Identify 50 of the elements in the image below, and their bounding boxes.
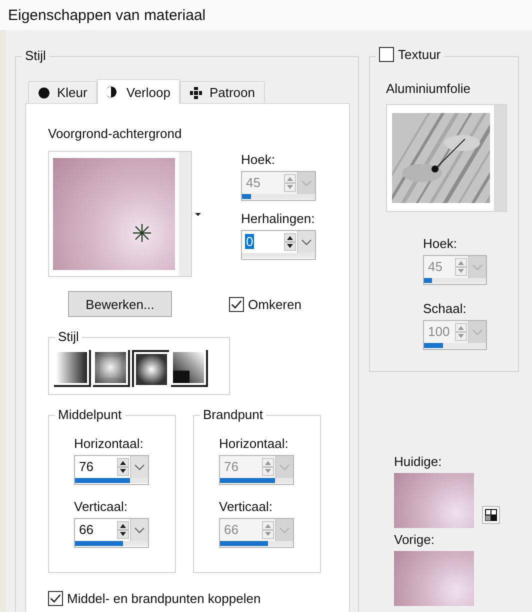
swatch-label: Huidige: bbox=[394, 454, 442, 469]
tab[interactable]: Kleur bbox=[28, 81, 98, 103]
style-option[interactable] bbox=[171, 350, 208, 387]
gradient-name: Voorgrond-achtergrond bbox=[48, 126, 183, 141]
dot-icon bbox=[38, 86, 50, 98]
chevron-down-icon[interactable] bbox=[130, 456, 148, 478]
checkbox[interactable] bbox=[229, 296, 244, 312]
group-label: Middelpunt bbox=[55, 407, 125, 422]
tab[interactable]: Patroon bbox=[180, 81, 265, 103]
spin-arrows-icon[interactable] bbox=[284, 233, 296, 251]
field-label: Hoek: bbox=[423, 236, 458, 251]
scrollbar[interactable] bbox=[179, 152, 191, 276]
texture-name: Aluminiumfolie bbox=[386, 81, 472, 96]
chevron-down-icon[interactable] bbox=[297, 231, 315, 253]
style-option[interactable] bbox=[54, 350, 91, 387]
swatch-label: Vorige: bbox=[394, 532, 434, 547]
checkbox[interactable] bbox=[48, 591, 63, 606]
center-point-icon[interactable] bbox=[133, 224, 151, 242]
checkbox-label: Middel- en brandpunten koppelen bbox=[67, 591, 261, 606]
style-option[interactable] bbox=[132, 350, 169, 387]
spin-field[interactable]: 66 bbox=[74, 518, 149, 548]
chevron-down-icon[interactable] bbox=[130, 519, 148, 541]
scrollbar[interactable] bbox=[494, 105, 506, 211]
tab[interactable]: Verloop bbox=[97, 79, 180, 104]
window-title: Eigenschappen van materiaal bbox=[8, 6, 206, 24]
group-label: Stijl bbox=[22, 48, 49, 63]
group-label: Brandpunt bbox=[200, 407, 266, 422]
field-label: Verticaal: bbox=[74, 499, 128, 514]
spin-arrows-icon[interactable] bbox=[117, 521, 129, 539]
group-label: Textuur bbox=[398, 47, 441, 62]
field-label: Hoek: bbox=[241, 152, 276, 167]
edit-button[interactable]: Bewerken... bbox=[68, 291, 172, 317]
spin-arrows-icon[interactable] bbox=[117, 458, 129, 476]
group-label: Stijl bbox=[55, 329, 82, 344]
style-option[interactable] bbox=[93, 350, 130, 387]
checkbox-label: Omkeren bbox=[248, 296, 302, 312]
field-label: Verticaal: bbox=[219, 499, 274, 514]
spin-field[interactable]: 0 bbox=[241, 230, 316, 260]
spin-field[interactable]: 76 bbox=[74, 455, 149, 485]
field-label: Horizontaal: bbox=[219, 436, 290, 451]
grid-dots-icon bbox=[190, 86, 202, 98]
previous-swatch[interactable] bbox=[394, 551, 474, 606]
caret-icon[interactable] bbox=[195, 212, 201, 216]
checkbox[interactable] bbox=[379, 47, 394, 62]
field-label: Schaal: bbox=[423, 301, 468, 316]
field-label: Herhalingen: bbox=[241, 211, 316, 226]
field-label: Horizontaal: bbox=[74, 436, 144, 451]
current-swatch[interactable] bbox=[394, 473, 474, 528]
half-circle-icon bbox=[107, 86, 120, 98]
swap-button[interactable] bbox=[482, 506, 500, 524]
